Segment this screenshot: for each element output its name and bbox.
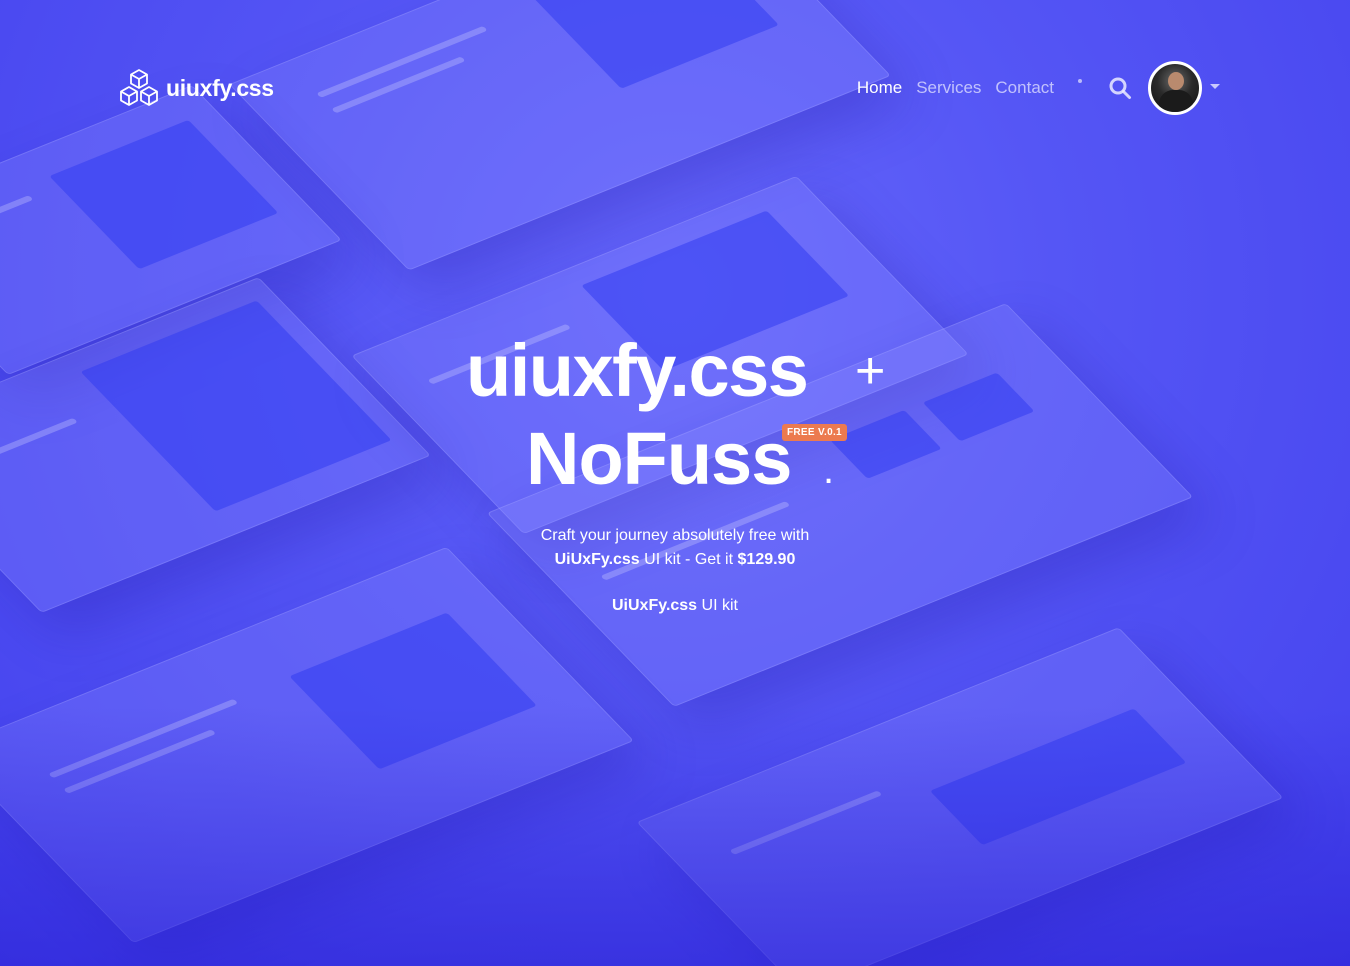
user-avatar[interactable] xyxy=(1148,61,1202,115)
hero-subtitle: Craft your journey absolutely free with … xyxy=(0,524,1350,572)
ui-kit-link-suffix: UI kit xyxy=(701,597,738,614)
hero-period: . xyxy=(823,448,835,492)
top-navbar: uiuxfy.css Home Services Contact xyxy=(118,60,1220,116)
brand-logo[interactable]: uiuxfy.css xyxy=(118,68,274,108)
version-badge: FREE V.0.1 xyxy=(782,424,847,441)
nav-item-contact[interactable]: Contact xyxy=(995,78,1054,98)
cubes-logo-icon xyxy=(120,69,158,106)
hero-plus: + xyxy=(855,342,886,400)
hero-title-line1: uiuxfy.css xyxy=(466,329,809,412)
subtitle-middle: UI kit - Get it xyxy=(644,551,734,568)
avatar-head xyxy=(1168,72,1184,90)
subtitle-brand: UiUxFy.css xyxy=(554,551,640,568)
main-nav: Home Services Contact xyxy=(857,78,1054,98)
search-icon[interactable] xyxy=(1108,76,1132,100)
nav-item-home[interactable]: Home xyxy=(857,78,902,98)
nav-item-services[interactable]: Services xyxy=(916,78,981,98)
notification-dot xyxy=(1078,79,1082,83)
ui-kit-link-brand: UiUxFy.css xyxy=(612,597,698,614)
hero-title-line2: NoFuss xyxy=(526,417,792,500)
subtitle-price: $129.90 xyxy=(737,551,796,568)
ui-kit-link[interactable]: UiUxFy.css UI kit xyxy=(0,596,1350,616)
brand-name: uiuxfy.css xyxy=(166,74,274,101)
avatar-body xyxy=(1159,90,1193,112)
chevron-down-icon[interactable] xyxy=(1210,83,1220,89)
subtitle-prefix: Craft your journey absolutely free with xyxy=(540,527,810,544)
